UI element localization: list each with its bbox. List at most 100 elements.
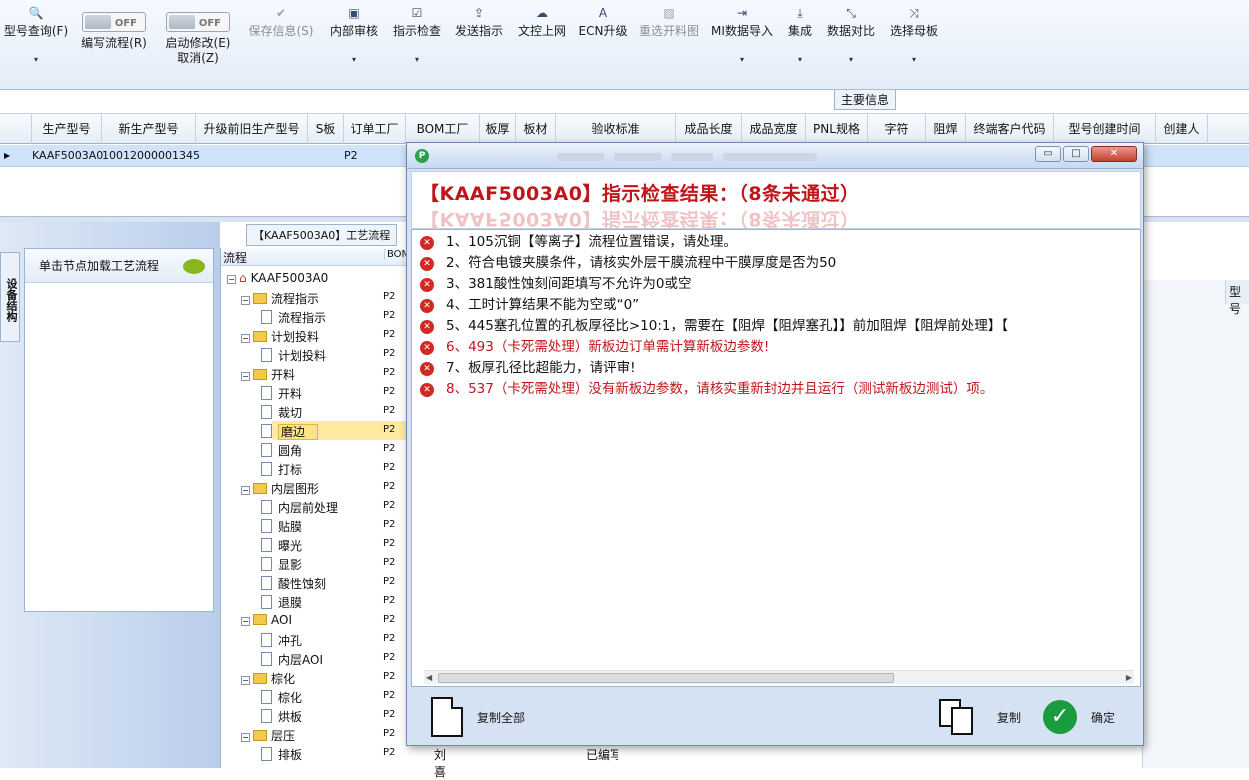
horizontal-scrollbar[interactable]: ◀ ▶ xyxy=(424,670,1134,684)
copy-all-button[interactable]: 复制全部 xyxy=(431,693,525,741)
tab-main-info[interactable]: 主要信息 xyxy=(834,90,897,110)
reselect-cut-button[interactable]: ▨ 重选开料图 xyxy=(636,6,702,39)
tree-node-bom: P2 xyxy=(383,519,396,530)
tree-node[interactable]: 计划投料 P2 xyxy=(221,345,409,364)
tree-node[interactable]: 磨边 P2 xyxy=(221,421,409,440)
maximize-button[interactable]: □ xyxy=(1063,146,1089,162)
tree-node-label: 计划投料 xyxy=(278,349,327,363)
col-header[interactable]: 阻焊 xyxy=(926,114,966,144)
ecn-upgrade-button[interactable]: A ECN升级 xyxy=(578,6,628,39)
tree-node[interactable]: − 层压 P2 xyxy=(221,725,409,744)
tree-node[interactable]: 贴膜 P2 xyxy=(221,516,409,535)
col-header[interactable]: 成品长度 xyxy=(676,114,742,144)
folder-icon xyxy=(253,293,267,304)
tree-node[interactable]: 冲孔 P2 xyxy=(221,630,409,649)
col-header[interactable]: 升级前旧生产型号 xyxy=(196,114,308,144)
collapse-icon[interactable]: − xyxy=(241,617,250,626)
dropdown-caret-icon: ▾ xyxy=(911,55,916,64)
list-item: ✕ 6、493（卡死需处理）新板边订单需计算新板边参数! xyxy=(420,337,769,358)
tree-node-label: 流程指示 xyxy=(278,311,327,325)
col-header[interactable]: 型号创建时间 xyxy=(1054,114,1156,144)
tree-node[interactable]: 内层前处理 P2 xyxy=(221,497,409,516)
tree-node-label: 显影 xyxy=(278,558,303,572)
tree-node[interactable]: 开料 P2 xyxy=(221,383,409,402)
tree-node[interactable]: 酸性蚀刻 P2 xyxy=(221,573,409,592)
save-info-button[interactable]: ✔ 保存信息(S) xyxy=(244,6,318,39)
tree-node[interactable]: 显影 P2 xyxy=(221,554,409,573)
col-header[interactable]: 创建人 xyxy=(1156,114,1208,144)
tree-node[interactable]: 打标 P2 xyxy=(221,459,409,478)
instruction-check-button[interactable]: ☑ 指示检查 ▾ xyxy=(390,6,444,67)
mi-import-button[interactable]: ⇥ MI数据导入 ▾ xyxy=(708,6,776,67)
col-header[interactable]: 成品宽度 xyxy=(742,114,806,144)
tree-node-label: 裁切 xyxy=(278,406,303,420)
tree-node[interactable]: 排板 P2 xyxy=(221,744,409,763)
collapse-icon[interactable]: − xyxy=(241,676,250,685)
tree-node[interactable]: − 流程指示 P2 xyxy=(221,288,409,307)
sign-in-icon: ⇥ xyxy=(736,6,748,20)
scroll-thumb[interactable] xyxy=(438,673,894,683)
collapse-icon[interactable]: − xyxy=(241,733,250,742)
data-compare-button[interactable]: ⤡ 数据对比 ▾ xyxy=(824,6,878,67)
tree-node[interactable]: 裁切 P2 xyxy=(221,402,409,421)
tree-node-bom: P2 xyxy=(383,348,396,359)
folder-icon xyxy=(253,730,267,741)
col-header[interactable]: BOM工厂 xyxy=(406,114,480,144)
tree-node[interactable]: 退膜 P2 xyxy=(221,592,409,611)
tree-node[interactable]: − 棕化 P2 xyxy=(221,668,409,687)
dialog-titlebar[interactable]: P ▭ □ ✕ xyxy=(407,143,1143,169)
tree-node-label: 冲孔 xyxy=(278,634,303,648)
list-item: ✕ 7、板厚孔径比超能力，请评审! xyxy=(420,358,636,379)
cancel-button[interactable]: 取消(Z) xyxy=(177,51,219,65)
scroll-left-icon[interactable]: ◀ xyxy=(426,671,432,685)
close-button[interactable]: ✕ xyxy=(1091,146,1137,162)
side-tab-equipment[interactable]: 设备结构 xyxy=(0,252,20,342)
tree-node[interactable]: 曝光 P2 xyxy=(221,535,409,554)
collapse-icon[interactable]: − xyxy=(241,296,250,305)
write-flow-toggle[interactable]: OFF 编写流程(R) xyxy=(78,12,150,51)
tree-node[interactable]: − AOI P2 xyxy=(221,611,409,630)
toggle-switch[interactable]: OFF xyxy=(82,12,146,32)
tree-node[interactable]: − 计划投料 P2 xyxy=(221,326,409,345)
scroll-right-icon[interactable]: ▶ xyxy=(1126,671,1132,685)
col-header[interactable]: 终端客户代码 xyxy=(966,114,1054,144)
tree-node[interactable]: − 开料 P2 xyxy=(221,364,409,383)
document-icon xyxy=(261,462,272,476)
col-header[interactable]: 生产型号 xyxy=(32,114,102,144)
tree-node[interactable]: 圆角 P2 xyxy=(221,440,409,459)
folder-icon xyxy=(253,331,267,342)
minimize-button[interactable]: ▭ xyxy=(1035,146,1061,162)
collapse-icon[interactable]: − xyxy=(241,372,250,381)
tree-node[interactable]: 棕化 P2 xyxy=(221,687,409,706)
tree-node-bom: P2 xyxy=(383,576,396,587)
col-header[interactable]: 新生产型号 xyxy=(102,114,196,144)
col-header[interactable]: PNL规格 xyxy=(806,114,868,144)
start-modify-toggle[interactable]: OFF 启动修改(E) 取消(Z) xyxy=(160,12,236,66)
col-header[interactable]: 板厚 xyxy=(480,114,516,144)
toggle-switch[interactable]: OFF xyxy=(166,12,230,32)
model-query-button[interactable]: 🔍 型号查询(F) ▾ xyxy=(0,6,72,67)
copy-icon xyxy=(937,697,977,737)
tree-node[interactable]: 烘板 P2 xyxy=(221,706,409,725)
col-header[interactable]: 订单工厂 xyxy=(344,114,406,144)
col-header[interactable]: 验收标准 xyxy=(556,114,676,144)
collapse-icon[interactable]: − xyxy=(241,486,250,495)
tree-node[interactable]: − 内层图形 P2 xyxy=(221,478,409,497)
tree-node[interactable]: 内层AOI P2 xyxy=(221,649,409,668)
integrate-button[interactable]: ⤓ 集成 ▾ xyxy=(782,6,818,67)
tree-node-label: AOI xyxy=(271,613,292,627)
col-header[interactable]: 板材 xyxy=(516,114,556,144)
col-header[interactable]: S板 xyxy=(308,114,344,144)
internal-review-button[interactable]: ▣ 内部审核 ▾ xyxy=(326,6,382,67)
document-icon xyxy=(261,595,272,609)
collapse-icon[interactable]: − xyxy=(227,275,236,284)
send-instruction-button[interactable]: ⇪ 发送指示 xyxy=(452,6,506,39)
copy-button[interactable]: 复制 xyxy=(937,693,1021,741)
upload-net-button[interactable]: ☁ 文控上网 xyxy=(514,6,570,39)
select-master-button[interactable]: ⤨ 选择母板 ▾ xyxy=(886,6,942,67)
ok-button[interactable]: ✓ 确定 xyxy=(1043,693,1115,741)
col-header[interactable]: 字符 xyxy=(868,114,926,144)
tree-node[interactable]: − ⌂ KAAF5003A0 xyxy=(221,269,409,288)
tree-node[interactable]: 流程指示 P2 xyxy=(221,307,409,326)
collapse-icon[interactable]: − xyxy=(241,334,250,343)
